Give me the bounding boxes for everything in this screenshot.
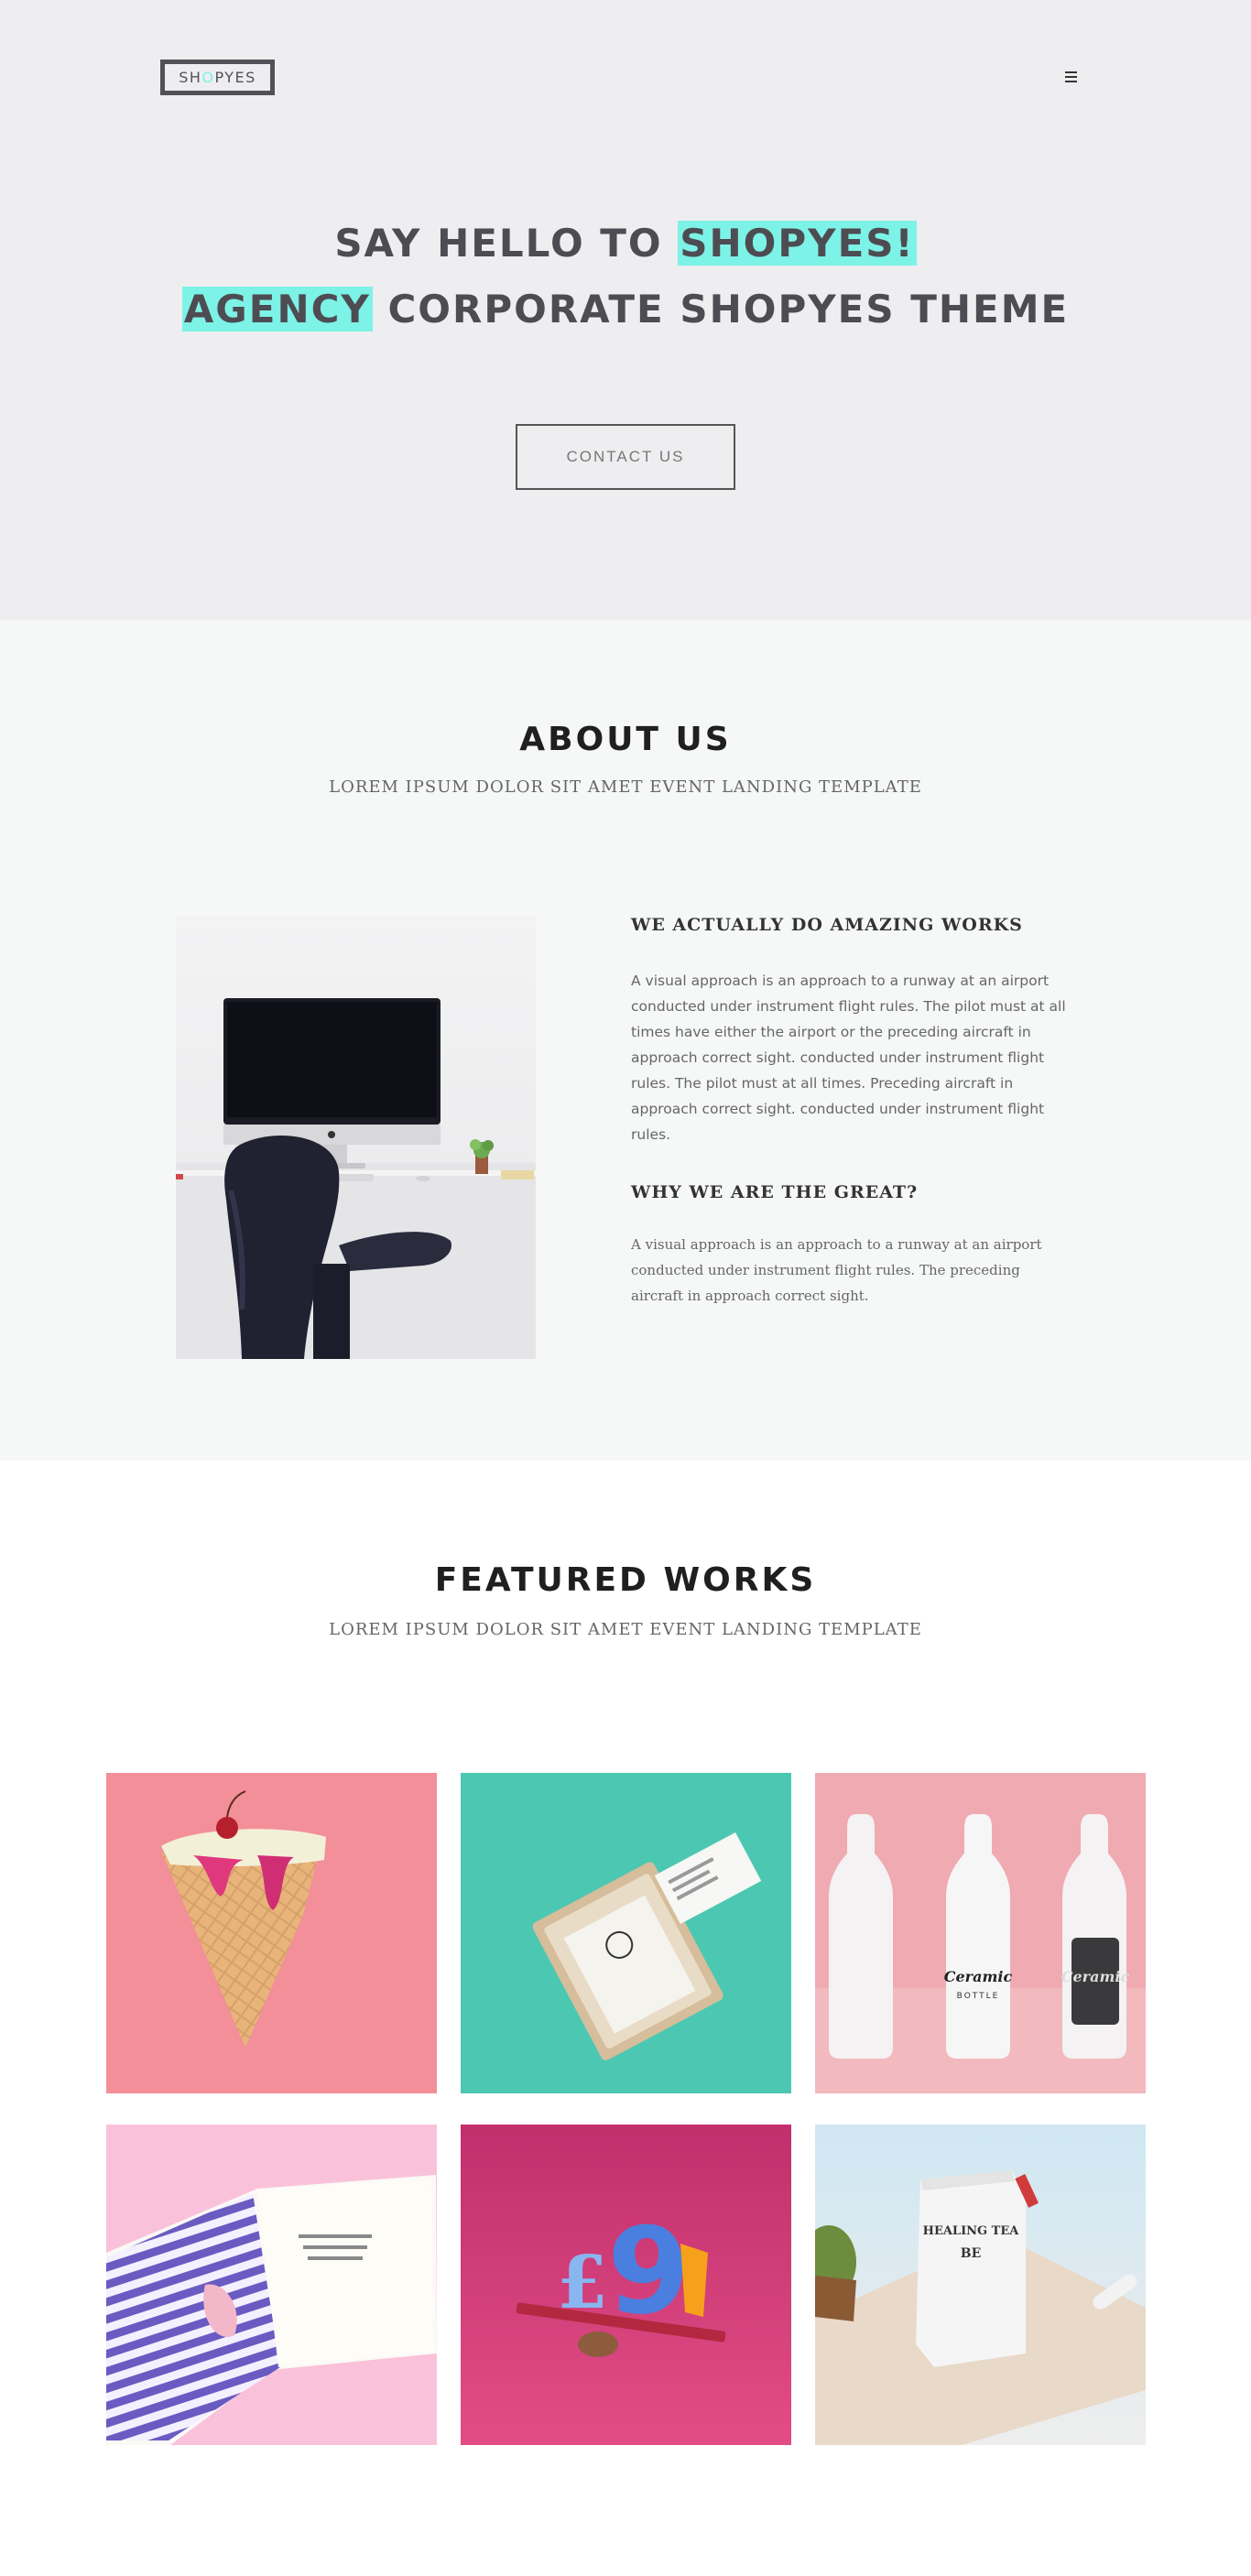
business-cards-image bbox=[461, 1773, 791, 2093]
hero-line1-highlight: SHOPYES! bbox=[678, 221, 917, 266]
hero-section: SH O PYES SAY HELLO TO SHOPYES! AGENCY COR… bbox=[0, 0, 1251, 620]
about-text-block: WE ACTUALLY DO AMAZING WORKS A visual ap… bbox=[631, 915, 1071, 1309]
logo-text-end: PYES bbox=[214, 69, 256, 86]
ice-cream-cake-image bbox=[106, 1773, 437, 2093]
about-title: ABOUT US bbox=[519, 721, 732, 758]
pound-glyph: £ bbox=[557, 2239, 608, 2325]
work-ceramic-bottles[interactable]: Ceramic BOTTLE Ceramic bbox=[815, 1773, 1146, 2093]
about-heading-works: WE ACTUALLY DO AMAZING WORKS bbox=[631, 915, 1023, 935]
bottle-label-sub: BOTTLE bbox=[957, 1992, 1000, 2001]
work-pound-nine-figures[interactable]: £ 9 bbox=[461, 2125, 791, 2445]
work-business-cards[interactable] bbox=[461, 1773, 791, 2093]
tea-bag-monogram: BE bbox=[961, 2246, 982, 2261]
shopyes-logo[interactable]: SH O PYES bbox=[160, 60, 275, 95]
hero-headline: SAY HELLO TO SHOPYES! AGENCY CORPORATE S… bbox=[0, 211, 1251, 342]
workspace-desk-photo bbox=[176, 916, 536, 1359]
work-healing-tea-bag[interactable]: HEALING TEA BE bbox=[815, 2125, 1146, 2445]
featured-works-subtitle: LOREM IPSUM DOLOR SIT AMET EVENT LANDING… bbox=[329, 1620, 922, 1639]
hero-line2-highlight: AGENCY bbox=[181, 287, 373, 332]
logo-text-o: O bbox=[201, 69, 215, 86]
about-section: ABOUT US LOREM IPSUM DOLOR SIT AMET EVEN… bbox=[0, 620, 1251, 1461]
about-paragraph-great: A visual approach is an approach to a ru… bbox=[631, 1236, 1042, 1304]
desk-illustration bbox=[176, 998, 536, 1359]
hamburger-menu-icon[interactable] bbox=[1065, 68, 1083, 86]
hero-line2-suffix: CORPORATE SHOPYES THEME bbox=[387, 287, 1070, 332]
striped-magazine-image bbox=[106, 2125, 437, 2445]
bottle-label-dark: Ceramic bbox=[1061, 1968, 1130, 1985]
featured-works-title: FEATURED WORKS bbox=[434, 1561, 817, 1599]
about-paragraph-works: A visual approach is an approach to a ru… bbox=[631, 973, 1066, 1143]
tea-bag-label: HEALING TEA bbox=[923, 2224, 1020, 2238]
healing-tea-image: HEALING TEA BE bbox=[815, 2125, 1146, 2445]
bottle-label-main: Ceramic bbox=[944, 1968, 1013, 1985]
pound-nine-image: £ 9 bbox=[461, 2125, 791, 2445]
work-striped-magazine[interactable] bbox=[106, 2125, 437, 2445]
nine-glyph: 9 bbox=[607, 2201, 690, 2341]
logo-text-start: SH bbox=[179, 69, 202, 86]
ceramic-bottles-image: Ceramic BOTTLE Ceramic bbox=[815, 1773, 1146, 2093]
contact-us-button[interactable]: CONTACT US bbox=[516, 424, 735, 490]
featured-works-section: FEATURED WORKS LOREM IPSUM DOLOR SIT AME… bbox=[0, 1461, 1251, 2576]
about-subtitle: LOREM IPSUM DOLOR SIT AMET EVENT LANDING… bbox=[329, 777, 922, 797]
work-ice-cream-cake[interactable] bbox=[106, 1773, 437, 2093]
hero-line1-prefix: SAY HELLO TO bbox=[334, 221, 663, 266]
about-heading-great: WHY WE ARE THE GREAT? bbox=[631, 1182, 919, 1202]
